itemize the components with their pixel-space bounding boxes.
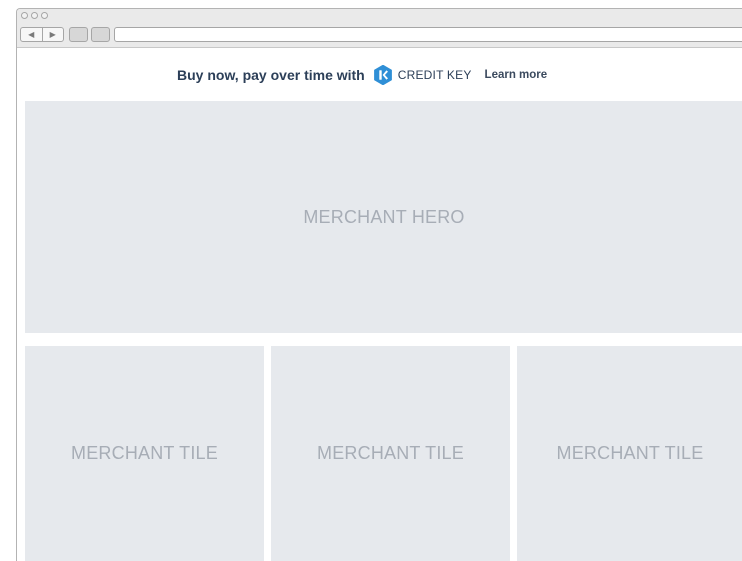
merchant-tile-3: MERCHANT TILE (517, 346, 742, 561)
merchant-hero-label: MERCHANT HERO (303, 206, 465, 227)
merchant-tile-label: MERCHANT TILE (556, 443, 704, 463)
browser-window: ◀ ▶ Buy now, pay over time with CREDIT K… (16, 8, 742, 561)
maximize-window-button[interactable] (41, 12, 48, 19)
window-controls (21, 12, 48, 19)
credit-key-brand-name: CREDIT KEY (397, 68, 472, 82)
back-arrow-icon: ◀ (28, 29, 35, 39)
promo-content: Buy now, pay over time with CREDIT KEY L… (177, 65, 548, 85)
promo-text: Buy now, pay over time with (177, 67, 365, 83)
forward-arrow-icon: ▶ (49, 29, 56, 39)
forward-button[interactable]: ▶ (41, 28, 64, 41)
merchant-tile-2: MERCHANT TILE (271, 346, 510, 561)
credit-key-logo-icon (373, 65, 393, 85)
nav-button-group: ◀ ▶ (20, 27, 64, 42)
browser-toolbar: ◀ ▶ (17, 9, 742, 48)
promo-banner: Buy now, pay over time with CREDIT KEY L… (17, 48, 742, 101)
merchant-tile-label: MERCHANT TILE (317, 443, 464, 463)
merchant-tile-1: MERCHANT TILE (25, 346, 264, 561)
close-window-button[interactable] (21, 12, 28, 19)
address-bar[interactable] (114, 27, 742, 42)
merchant-hero: MERCHANT HERO (25, 101, 742, 333)
back-button[interactable]: ◀ (21, 28, 42, 41)
toolbar-button-1[interactable] (69, 27, 88, 42)
toolbar-button-2[interactable] (91, 27, 110, 42)
merchant-tile-label: MERCHANT TILE (71, 443, 218, 463)
minimize-window-button[interactable] (31, 12, 38, 19)
learn-more-link[interactable]: Learn more (485, 69, 548, 81)
